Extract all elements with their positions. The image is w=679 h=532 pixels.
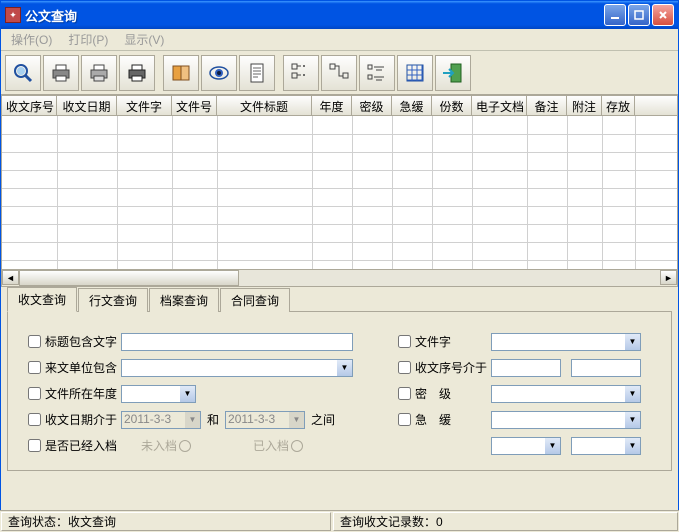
- combo-year[interactable]: ▼: [121, 385, 196, 403]
- window-title: 公文查询: [25, 6, 604, 25]
- menubar: 操作(O) 打印(P) 显示(V): [1, 29, 678, 51]
- chk-date-between[interactable]: [28, 413, 41, 426]
- tabs-area: 收文查询 行文查询 档案查询 合同查询 标题包含文字 文件字 ▼ 来文单位包含 …: [1, 287, 678, 471]
- combo-sender-contains[interactable]: ▼: [121, 359, 353, 377]
- status-panel-count: 查询收文记录数： 0: [333, 512, 678, 531]
- combo-file-word[interactable]: ▼: [491, 333, 641, 351]
- lbl-date-between: 收文日期介于: [45, 411, 121, 428]
- lbl-seqno-between: 收文序号介于: [415, 359, 491, 376]
- lbl-year: 文件所在年度: [45, 385, 121, 402]
- input-seqno-from[interactable]: [491, 359, 561, 377]
- printer-icon-2[interactable]: [81, 55, 117, 91]
- menu-print[interactable]: 打印(P): [64, 29, 112, 50]
- lbl-between: 之间: [305, 411, 341, 428]
- chk-year[interactable]: [28, 387, 41, 400]
- column-header[interactable]: 急缓: [392, 96, 432, 115]
- lbl-secret-level: 密 级: [415, 385, 491, 402]
- data-grid: 收文序号收文日期文件字文件号文件标题年度密级急缓份数电子文档备注附注存放 ◄ ►: [1, 95, 678, 287]
- app-icon: ✦: [5, 7, 21, 23]
- tab-archive-query[interactable]: 档案查询: [149, 288, 219, 312]
- lbl-not-archived: 未入档: [141, 437, 177, 454]
- statusbar: 查询状态： 收文查询 查询收文记录数： 0: [0, 510, 679, 532]
- lbl-file-word: 文件字: [415, 333, 491, 350]
- grid-header: 收文序号收文日期文件字文件号文件标题年度密级急缓份数电子文档备注附注存放: [2, 96, 677, 116]
- printer-icon[interactable]: [43, 55, 79, 91]
- lbl-archived: 是否已经入档: [45, 437, 121, 454]
- column-header[interactable]: 附注: [567, 96, 602, 115]
- column-header[interactable]: 收文序号: [2, 96, 57, 115]
- combo-extra-1[interactable]: ▼: [491, 437, 561, 455]
- scroll-right-button[interactable]: ►: [660, 270, 677, 285]
- tree-collapse-icon[interactable]: [283, 55, 319, 91]
- grid-body[interactable]: [2, 116, 677, 269]
- radio-archived: [291, 440, 303, 452]
- scroll-thumb[interactable]: [19, 270, 239, 286]
- tab-row: 收文查询 行文查询 档案查询 合同查询: [7, 289, 672, 311]
- column-header[interactable]: 密级: [352, 96, 392, 115]
- scroll-track[interactable]: [19, 270, 660, 286]
- titlebar: ✦ 公文查询: [1, 1, 678, 29]
- menu-view[interactable]: 显示(V): [120, 29, 168, 50]
- lbl-and: 和: [201, 411, 225, 428]
- chk-archived[interactable]: [28, 439, 41, 452]
- lbl-title-contains: 标题包含文字: [45, 333, 121, 350]
- chk-sender-contains[interactable]: [28, 361, 41, 374]
- document-icon[interactable]: [239, 55, 275, 91]
- status-count-label: 查询收文记录数：: [340, 513, 436, 530]
- status-state-value: 收文查询: [68, 513, 116, 530]
- column-header[interactable]: 文件字: [117, 96, 172, 115]
- chk-secret-level[interactable]: [398, 387, 411, 400]
- lbl-sender-contains: 来文单位包含: [45, 359, 121, 376]
- tab-receive-query[interactable]: 收文查询: [7, 287, 77, 312]
- tree-expand-icon[interactable]: [321, 55, 357, 91]
- column-header[interactable]: 文件号: [172, 96, 217, 115]
- tab-panel: 标题包含文字 文件字 ▼ 来文单位包含 ▼ 收文序号介于: [7, 311, 672, 471]
- status-panel-state: 查询状态： 收文查询: [1, 512, 331, 531]
- eye-icon[interactable]: [201, 55, 237, 91]
- chk-title-contains[interactable]: [28, 335, 41, 348]
- chk-seqno-between[interactable]: [398, 361, 411, 374]
- tab-contract-query[interactable]: 合同查询: [220, 288, 290, 312]
- maximize-button[interactable]: [628, 4, 650, 26]
- column-header[interactable]: 电子文档: [472, 96, 527, 115]
- lbl-is-archived: 已入档: [253, 437, 289, 454]
- chk-urgency[interactable]: [398, 413, 411, 426]
- status-state-label: 查询状态：: [8, 513, 68, 530]
- lbl-urgency: 急 缓: [415, 411, 491, 428]
- exit-icon[interactable]: [435, 55, 471, 91]
- combo-urgency[interactable]: ▼: [491, 411, 641, 429]
- horizontal-scrollbar[interactable]: ◄ ►: [2, 269, 677, 286]
- column-header[interactable]: 备注: [527, 96, 567, 115]
- column-header[interactable]: 年度: [312, 96, 352, 115]
- grid-icon[interactable]: [397, 55, 433, 91]
- tab-send-query[interactable]: 行文查询: [78, 288, 148, 312]
- date-to[interactable]: 2011-3-3▼: [225, 411, 305, 429]
- list-icon[interactable]: [359, 55, 395, 91]
- printer-icon-3[interactable]: [119, 55, 155, 91]
- input-seqno-to[interactable]: [571, 359, 641, 377]
- book-icon[interactable]: [163, 55, 199, 91]
- close-button[interactable]: [652, 4, 674, 26]
- column-header[interactable]: 份数: [432, 96, 472, 115]
- column-header[interactable]: 收文日期: [57, 96, 117, 115]
- status-count-value: 0: [436, 515, 443, 529]
- date-from[interactable]: 2011-3-3▼: [121, 411, 201, 429]
- radio-not-archived: [179, 440, 191, 452]
- minimize-button[interactable]: [604, 4, 626, 26]
- scroll-left-button[interactable]: ◄: [2, 270, 19, 285]
- combo-extra-2[interactable]: ▼: [571, 437, 641, 455]
- input-title-contains[interactable]: [121, 333, 353, 351]
- menu-operate[interactable]: 操作(O): [7, 29, 56, 50]
- chk-file-word[interactable]: [398, 335, 411, 348]
- combo-secret-level[interactable]: ▼: [491, 385, 641, 403]
- column-header[interactable]: 存放: [602, 96, 635, 115]
- toolbar: [1, 51, 678, 95]
- search-icon[interactable]: [5, 55, 41, 91]
- window-buttons: [604, 4, 674, 26]
- column-header[interactable]: 文件标题: [217, 96, 312, 115]
